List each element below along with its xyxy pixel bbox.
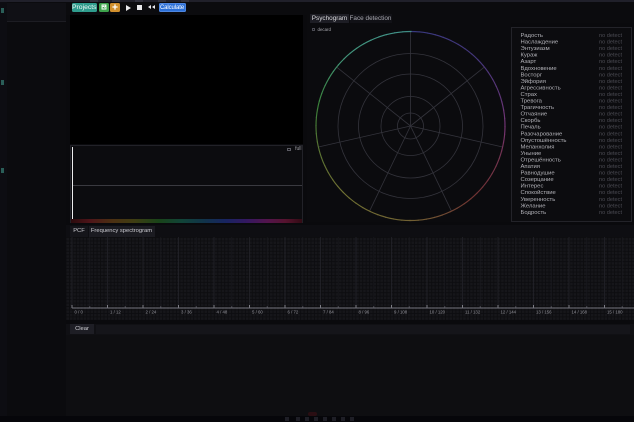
svg-text:3 / 36: 3 / 36: [181, 310, 192, 315]
svg-text:8 / 96: 8 / 96: [359, 310, 370, 315]
svg-text:13 / 156: 13 / 156: [536, 310, 552, 315]
svg-text:2 / 24: 2 / 24: [146, 310, 157, 315]
svg-text:15 / 180: 15 / 180: [607, 310, 623, 315]
svg-text:11 / 132: 11 / 132: [465, 310, 481, 315]
svg-text:12 / 144: 12 / 144: [501, 310, 517, 315]
svg-text:0 / 0: 0 / 0: [75, 310, 84, 315]
svg-text:4 / 48: 4 / 48: [217, 310, 228, 315]
svg-text:5 / 60: 5 / 60: [252, 310, 263, 315]
svg-text:6 / 72: 6 / 72: [288, 310, 299, 315]
svg-text:10 / 120: 10 / 120: [430, 310, 446, 315]
svg-text:1 / 12: 1 / 12: [110, 310, 121, 315]
svg-text:9 / 108: 9 / 108: [394, 310, 408, 315]
svg-text:7 / 84: 7 / 84: [323, 310, 334, 315]
svg-text:14 / 168: 14 / 168: [572, 310, 588, 315]
